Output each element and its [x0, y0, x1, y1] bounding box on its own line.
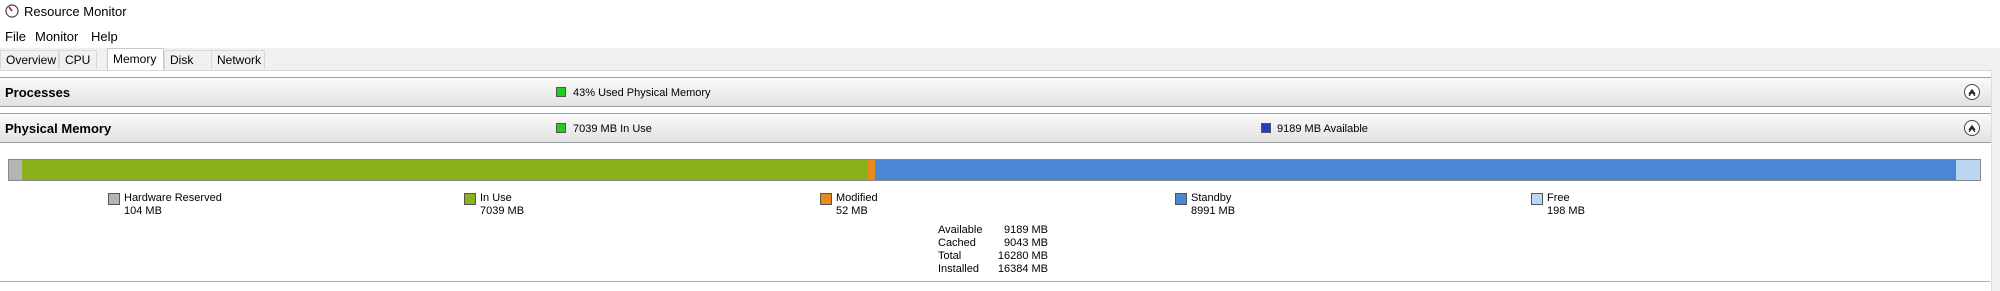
stat-label: Available [938, 224, 983, 236]
legend-value: 52 MB [836, 205, 868, 217]
stat-row: Cached 9043 MB [938, 237, 1048, 250]
processes-title: Processes [5, 85, 71, 100]
stat-value: 16280 MB [997, 250, 1048, 262]
legend-value: 198 MB [1547, 205, 1585, 217]
tab-overview[interactable]: Overview [0, 50, 59, 69]
in-use-swatch [464, 193, 476, 205]
free-swatch [1531, 193, 1543, 205]
physical-memory-title: Physical Memory [5, 121, 112, 136]
menu-monitor[interactable]: Monitor [35, 29, 78, 44]
tab-disk[interactable]: Disk [164, 50, 212, 69]
available-indicator [1261, 123, 1271, 133]
chevron-up-icon [1968, 88, 1976, 96]
stat-label: Installed [938, 263, 979, 275]
processes-section-header[interactable]: Processes 43% Used Physical Memory [0, 77, 2000, 107]
in-use-status: 7039 MB In Use [573, 123, 652, 135]
tab-network[interactable]: Network [211, 50, 265, 69]
free-segment [1956, 160, 1980, 180]
hardware-reserved-swatch [108, 193, 120, 205]
stat-value: 9189 MB [1003, 224, 1048, 236]
available-status: 9189 MB Available [1277, 123, 1368, 135]
standby-swatch [1175, 193, 1187, 205]
legend-label: Free [1547, 192, 1570, 204]
legend-value: 7039 MB [480, 205, 525, 217]
stat-row: Installed 16384 MB [938, 263, 1048, 276]
menu-help[interactable]: Help [91, 29, 118, 44]
resource-monitor-icon [5, 4, 19, 18]
window-title: Resource Monitor [24, 4, 127, 19]
menu-bar: File Monitor Help [0, 26, 2000, 46]
legend-label: Standby [1191, 192, 1232, 204]
menu-file[interactable]: File [5, 29, 26, 44]
title-bar: Resource Monitor [0, 0, 2000, 24]
chevron-up-icon [1968, 124, 1976, 132]
used-memory-status: 43% Used Physical Memory [573, 87, 711, 99]
legend-label: Hardware Reserved [124, 192, 222, 204]
stat-row: Available 9189 MB [938, 224, 1048, 237]
tab-cpu[interactable]: CPU [59, 50, 97, 69]
legend-label: Modified [836, 192, 878, 204]
in-use-segment [21, 160, 869, 180]
memory-stats: Available 9189 MB Cached 9043 MB Total 1… [938, 224, 1048, 276]
used-memory-indicator [556, 87, 566, 97]
modified-swatch [820, 193, 832, 205]
legend-value: 8991 MB [1191, 205, 1236, 217]
physical-memory-section-header[interactable]: Physical Memory 7039 MB In Use 9189 MB A… [0, 113, 2000, 143]
standby-segment [874, 160, 1957, 180]
legend-value: 104 MB [124, 205, 162, 217]
stat-value: 16384 MB [997, 263, 1048, 275]
hardware-reserved-segment [9, 160, 22, 180]
stat-label: Cached [938, 237, 976, 249]
stat-value: 9043 MB [1003, 237, 1048, 249]
legend-label: In Use [480, 192, 512, 204]
tab-memory[interactable]: Memory [107, 48, 164, 70]
physical-memory-bar [8, 159, 1981, 181]
stat-label: Total [938, 250, 962, 262]
section-divider [0, 281, 1990, 282]
collapse-processes-button[interactable] [1964, 84, 1980, 100]
tab-bar: Overview CPU Memory Disk Network [0, 48, 2000, 71]
vertical-scrollbar[interactable] [1991, 70, 2000, 291]
stat-row: Total 16280 MB [938, 250, 1048, 263]
in-use-indicator [556, 123, 566, 133]
collapse-physical-memory-button[interactable] [1964, 120, 1980, 136]
